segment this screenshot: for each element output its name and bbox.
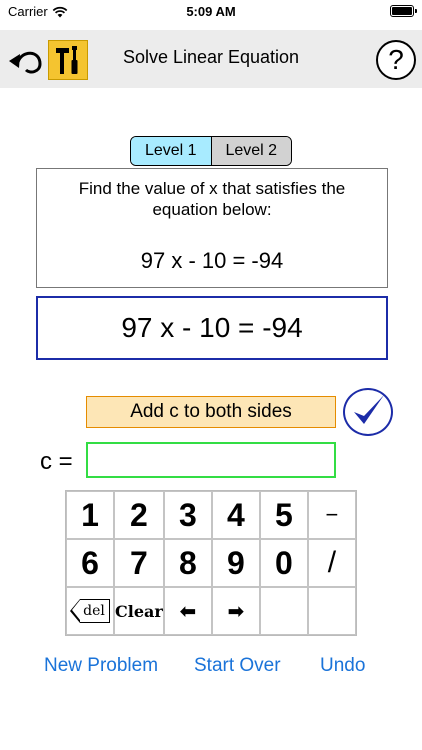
problem-prompt: Find the value of x that satisfies the e… (78, 179, 346, 219)
key-minus[interactable]: − (307, 491, 356, 539)
level-selector: Level 1 Level 2 (130, 136, 292, 166)
c-input[interactable] (86, 442, 336, 478)
new-problem-link[interactable]: New Problem (44, 655, 158, 677)
key-slash[interactable]: / (307, 539, 356, 587)
keypad: 1 2 3 4 5 − 6 7 8 9 0 / del Clear ⬅ ➡ (65, 490, 357, 636)
nav-title: Solve Linear Equation (122, 47, 300, 67)
key-1[interactable]: 1 (66, 491, 115, 539)
delete-icon: del (70, 598, 110, 623)
start-over-link[interactable]: Start Over (194, 655, 281, 677)
working-equation: 97 x - 10 = -94 (36, 296, 388, 360)
help-button[interactable]: ? (376, 40, 416, 80)
battery-icon (390, 5, 417, 17)
right-arrow-icon: ➡ (227, 600, 245, 623)
add-c-button[interactable]: Add c to both sides (86, 396, 336, 428)
checkmark-icon (354, 395, 384, 424)
key-7[interactable]: 7 (114, 539, 164, 587)
check-button[interactable] (343, 388, 393, 436)
key-clear[interactable]: Clear (114, 587, 164, 635)
problem-box: Find the value of x that satisfies the e… (36, 168, 388, 288)
key-9[interactable]: 9 (211, 539, 260, 587)
key-right-arrow[interactable]: ➡ (211, 587, 260, 635)
key-blank (307, 587, 356, 635)
left-arrow-icon: ⬅ (179, 600, 197, 623)
back-button[interactable] (6, 42, 46, 78)
problem-equation: 97 x - 10 = -94 (140, 248, 284, 273)
status-time: 5:09 AM (186, 4, 236, 19)
back-arrow-icon (9, 51, 42, 74)
level-2-tab[interactable]: Level 2 (211, 137, 291, 165)
key-8[interactable]: 8 (163, 539, 212, 587)
key-left-arrow[interactable]: ⬅ (163, 587, 212, 635)
tools-button[interactable] (48, 40, 88, 80)
status-bar: Carrier 5:09 AM (0, 0, 422, 24)
key-0[interactable]: 0 (259, 539, 308, 587)
undo-link[interactable]: Undo (320, 655, 365, 677)
level-1-tab[interactable]: Level 1 (131, 137, 212, 165)
key-2[interactable]: 2 (114, 491, 164, 539)
key-6[interactable]: 6 (66, 539, 115, 587)
key-3[interactable]: 3 (163, 491, 212, 539)
tools-icon (56, 46, 78, 74)
nav-bar: Solve Linear Equation ? (0, 30, 422, 88)
key-5[interactable]: 5 (259, 491, 308, 539)
c-label: c = (40, 448, 73, 475)
bottom-links: New Problem Start Over Undo (0, 655, 422, 681)
key-blank (259, 587, 308, 635)
key-delete[interactable]: del (66, 587, 115, 635)
key-4[interactable]: 4 (211, 491, 260, 539)
